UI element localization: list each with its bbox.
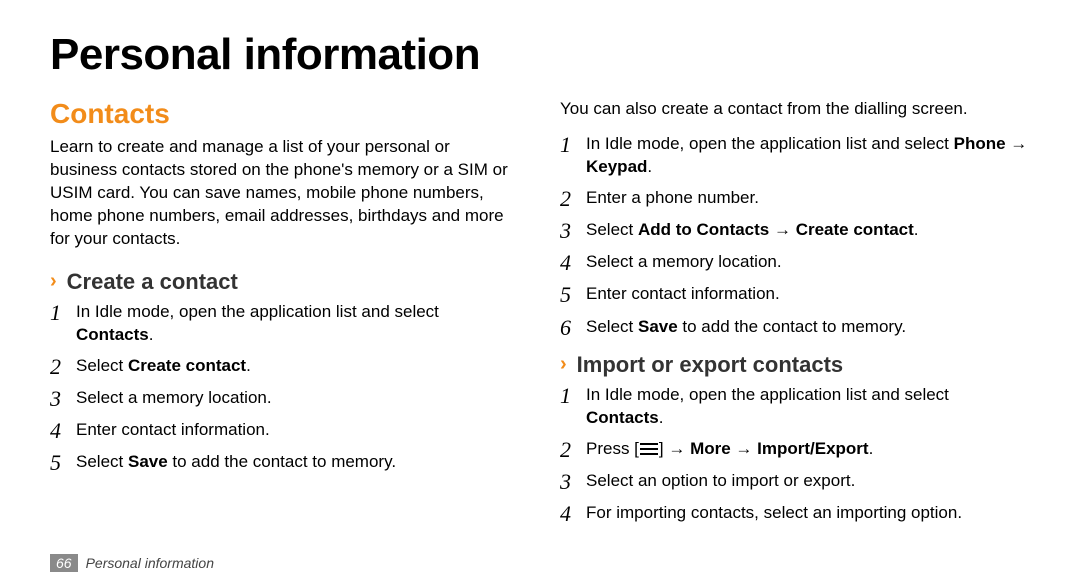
step-number: 4 [560,251,586,275]
import-export-steps: 1 In Idle mode, open the application lis… [560,384,1030,526]
step-text: . [149,325,154,344]
step-number: 1 [50,301,76,325]
dialling-lead: You can also create a contact from the d… [560,98,1030,121]
step-number: 2 [560,438,586,462]
step-bold: Add to Contacts → Create contact [638,220,914,239]
step-number: 1 [560,133,586,157]
page-title: Personal information [50,30,1030,80]
step-text: . [869,439,874,458]
step-text: Select [76,356,128,375]
subheading-import-export: › Import or export contacts [560,352,1030,378]
step-text: Press [ [586,439,639,458]
step-bold: Contacts [586,408,659,427]
step-text: Enter contact information. [76,419,520,442]
step-bold: Create contact [128,356,246,375]
step-bold: Save [128,452,168,471]
list-item: 4 Enter contact information. [50,419,520,443]
step-number: 2 [560,187,586,211]
list-item: 3 Select Add to Contacts → Create contac… [560,219,1030,243]
step-number: 4 [50,419,76,443]
list-item: 1 In Idle mode, open the application lis… [560,133,1030,179]
step-number: 1 [560,384,586,408]
step-bold: Contacts [76,325,149,344]
step-text: In Idle mode, open the application list … [76,302,439,321]
page-footer: 66 Personal information [50,554,214,572]
list-item: 6 Select Save to add the contact to memo… [560,316,1030,340]
step-text: to add the contact to memory. [678,317,906,336]
list-item: 2 Press [ ] → More → Import/Export. [560,438,1030,462]
list-item: 3 Select an option to import or export. [560,470,1030,494]
step-number: 3 [560,470,586,494]
step-number: 3 [50,387,76,411]
subheading-create-contact: › Create a contact [50,269,520,295]
menu-icon [640,443,658,455]
step-text: . [246,356,251,375]
create-contact-steps: 1 In Idle mode, open the application lis… [50,301,520,476]
list-item: 4 Select a memory location. [560,251,1030,275]
step-number: 5 [560,283,586,307]
list-item: 1 In Idle mode, open the application lis… [560,384,1030,430]
step-text: Select a memory location. [586,251,1030,274]
list-item: 3 Select a memory location. [50,387,520,411]
step-number: 3 [560,219,586,243]
step-text: Select [586,317,638,336]
page-number: 66 [50,554,78,572]
step-text: . [914,220,919,239]
step-text: Select a memory location. [76,387,520,410]
left-column: Contacts Learn to create and manage a li… [50,98,520,534]
step-text: to add the contact to memory. [168,452,396,471]
step-bold: Save [638,317,678,336]
step-text: Select an option to import or export. [586,470,1030,493]
contacts-intro: Learn to create and manage a list of you… [50,136,520,251]
list-item: 5 Select Save to add the contact to memo… [50,451,520,475]
step-number: 5 [50,451,76,475]
step-number: 2 [50,355,76,379]
list-item: 2 Enter a phone number. [560,187,1030,211]
footer-label: Personal information [86,555,214,571]
section-heading-contacts: Contacts [50,98,520,130]
step-text: Enter a phone number. [586,187,1030,210]
chevron-right-icon: › [50,270,57,293]
list-item: 4 For importing contacts, select an impo… [560,502,1030,526]
step-number: 4 [560,502,586,526]
step-text: In Idle mode, open the application list … [586,385,949,404]
step-text: In Idle mode, open the application list … [586,134,954,153]
step-text: For importing contacts, select an import… [586,502,1030,525]
step-text: . [647,157,652,176]
right-column: You can also create a contact from the d… [560,98,1030,534]
step-text: Select [76,452,128,471]
subheading-import-export-text: Import or export contacts [577,352,843,378]
step-text: Enter contact information. [586,283,1030,306]
subheading-create-contact-text: Create a contact [67,269,238,295]
dialling-steps: 1 In Idle mode, open the application lis… [560,133,1030,340]
list-item: 2 Select Create contact. [50,355,520,379]
step-number: 6 [560,316,586,340]
list-item: 1 In Idle mode, open the application lis… [50,301,520,347]
chevron-right-icon: › [560,353,567,376]
step-bold: More → Import/Export [690,439,869,458]
list-item: 5 Enter contact information. [560,283,1030,307]
step-text: . [659,408,664,427]
step-text: Select [586,220,638,239]
step-text: ] → [659,439,690,458]
